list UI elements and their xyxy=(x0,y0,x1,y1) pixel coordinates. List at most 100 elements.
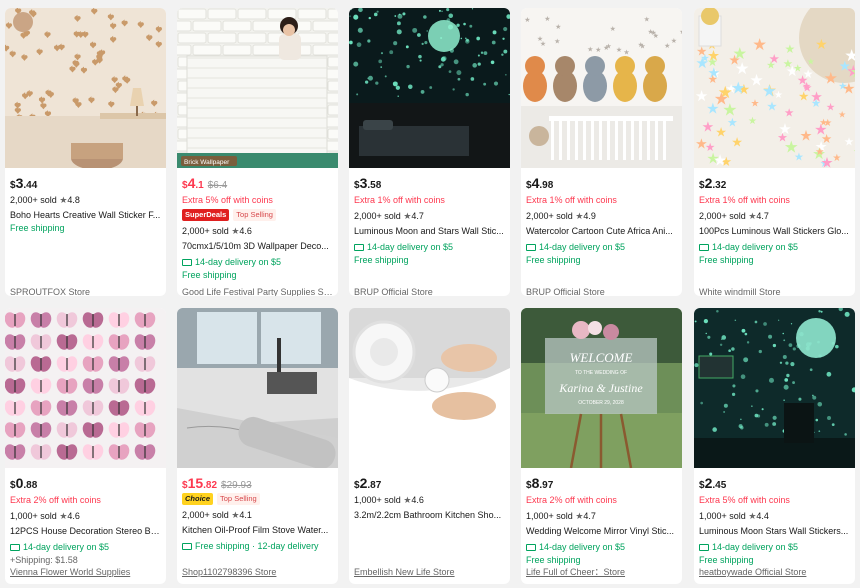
delivery-text: 14-day delivery on $5 xyxy=(712,542,799,552)
sold-rating: 2,000+ sold ★4.1 xyxy=(182,509,333,521)
sold-rating: 1,000+ sold ★4.6 xyxy=(354,494,505,506)
delivery-text: Free shipping · 12-day delivery xyxy=(195,541,319,551)
delivery-info: 14-day delivery on $5 xyxy=(699,241,850,253)
product-card[interactable]: $3.58 Extra 1% off with coins 2,000+ sol… xyxy=(349,8,510,296)
rating-value: 4.1 xyxy=(239,510,252,520)
product-title[interactable]: Wedding Welcome Mirror Vinyl Stic... xyxy=(526,525,677,537)
product-title[interactable]: Watercolor Cartoon Cute Africa Ani... xyxy=(526,225,677,237)
store-link[interactable]: SPROUTFOX Store xyxy=(10,286,161,296)
store-link[interactable]: Embellish New Life Store xyxy=(354,566,505,578)
original-price: $29.93 xyxy=(221,480,252,491)
svg-text:★: ★ xyxy=(784,106,795,119)
badge-row: SuperDeals Top Selling xyxy=(182,209,333,221)
sold-rating: 1,000+ sold ★4.4 xyxy=(699,510,850,522)
store-link[interactable]: Good Life Festival Party Supplies St... xyxy=(182,286,333,296)
svg-text:★: ★ xyxy=(653,32,659,40)
animal-nursery-photo[interactable]: ★★★★★★★★★★★★★★★★★★★★★★ xyxy=(521,8,682,168)
product-price: $2.87 xyxy=(354,476,505,491)
sold-rating: 2,000+ sold ★4.9 xyxy=(526,210,677,222)
glowing-stars-bedroom-photo[interactable] xyxy=(349,8,510,168)
product-card[interactable]: ★★★★★★★★★★★★★★★★★★★★★★ $4.98 Extra 1% of… xyxy=(521,8,682,296)
truck-icon xyxy=(182,543,192,550)
wedding-sign-photo[interactable]: WELCOME TO THE WEDDING OF Karina & Justine… xyxy=(521,308,682,468)
choice-badge: Choice xyxy=(182,493,214,505)
product-title[interactable]: 3.2m/2.2cm Bathroom Kitchen Sho... xyxy=(354,509,505,521)
price-decimal: .1 xyxy=(195,180,204,191)
product-card[interactable]: $2.45 Extra 5% off with coins 1,000+ sol… xyxy=(694,308,855,584)
store-link[interactable]: Life Full of Cheer：Store xyxy=(526,566,677,578)
free-shipping: Free shipping xyxy=(10,223,65,233)
svg-text:★: ★ xyxy=(731,135,742,150)
svg-text:★: ★ xyxy=(824,70,839,88)
svg-text:★: ★ xyxy=(842,81,855,98)
free-shipping: Free shipping xyxy=(354,255,409,265)
svg-text:★: ★ xyxy=(832,153,841,164)
svg-text:★: ★ xyxy=(751,98,760,109)
svg-text:★: ★ xyxy=(777,130,788,144)
rating-value: 4.7 xyxy=(583,511,596,521)
product-price: $0.88 xyxy=(10,476,161,491)
store-link[interactable]: Shop1102798396 Store xyxy=(182,566,333,578)
svg-text:★: ★ xyxy=(810,89,823,105)
product-title[interactable]: Boho Hearts Creative Wall Sticker F... xyxy=(10,209,161,221)
glowing-moon-room-photo[interactable] xyxy=(694,308,855,468)
delivery-info: 14-day delivery on $5 xyxy=(526,241,677,253)
svg-text:★: ★ xyxy=(853,144,855,161)
product-card[interactable]: $15.82 $29.93 Choice Top Selling 2,000+ so… xyxy=(177,308,338,584)
product-title[interactable]: 70cmx1/5/10m 3D Wallpaper Deco... xyxy=(182,240,333,252)
delivery-info: Free shipping · 12-day delivery xyxy=(182,540,333,552)
product-title[interactable]: Luminous Moon and Stars Wall Stic... xyxy=(354,225,505,237)
marble-kitchen-photo[interactable] xyxy=(177,308,338,468)
price-decimal: .44 xyxy=(23,180,38,191)
store-link[interactable]: heatboywade Official Store xyxy=(699,566,850,578)
product-card[interactable]: WELCOME TO THE WEDDING OF Karina & Justine… xyxy=(521,308,682,584)
butterflies-photo[interactable] xyxy=(5,308,166,468)
boho-hearts-wall-photo[interactable] xyxy=(5,8,166,168)
delivery-info: 14-day delivery on $5 xyxy=(526,541,677,553)
truck-icon xyxy=(10,544,20,551)
price-integer: 15 xyxy=(187,475,204,491)
svg-text:★: ★ xyxy=(544,15,550,23)
product-title[interactable]: 100Pcs Luminous Wall Stickers Glo... xyxy=(699,225,850,237)
store-link[interactable]: BRUP Official Store xyxy=(354,286,505,296)
svg-text:★: ★ xyxy=(803,67,814,81)
product-card[interactable]: $0.88 Extra 2% off with coins 1,000+ sol… xyxy=(5,308,166,584)
svg-text:★: ★ xyxy=(610,25,616,33)
svg-text:★: ★ xyxy=(595,46,601,54)
store-link[interactable]: BRUP Official Store xyxy=(526,286,677,296)
rating-value: 4.9 xyxy=(583,211,596,221)
rating-value: 4.4 xyxy=(756,511,769,521)
sold-rating: 2,000+ sold ★4.7 xyxy=(699,210,850,222)
product-card[interactable]: $2.87 1,000+ sold ★4.6 3.2m/2.2cm Bathro… xyxy=(349,308,510,584)
svg-text:★: ★ xyxy=(695,88,708,105)
rating-value: 4.6 xyxy=(239,226,252,236)
sold-rating: 2,000+ sold ★4.7 xyxy=(354,210,505,222)
sold-rating: 2,000+ sold ★4.6 xyxy=(182,225,333,237)
svg-text:★: ★ xyxy=(784,42,795,56)
brick-wallpaper-photo[interactable]: Brick Wallpaper xyxy=(177,8,338,168)
delivery-text: 14-day delivery on $5 xyxy=(539,242,626,252)
svg-text:★: ★ xyxy=(555,23,561,31)
delivery-info: 14-day delivery on $5 xyxy=(10,541,161,553)
sealing-tape-photo[interactable] xyxy=(349,308,510,468)
product-title[interactable]: Kitchen Oil-Proof Film Stove Water... xyxy=(182,524,333,536)
svg-text:★: ★ xyxy=(798,89,809,103)
store-link[interactable]: Vienna Flower World Supplies xyxy=(10,566,161,578)
product-card[interactable]: ★ ★ ★ ★ ★ ★ ★ ★ ★ ★ ★ ★ ★ ★ ★ ★ ★ ★ ★ ★ ★ ★ ★ ★ ★ ★ ★ ★ ★ ★ ★ ★ ★ ★ ★ ★ ★ ★ ★ ★… xyxy=(694,8,855,296)
store-link[interactable]: White windmill Store xyxy=(699,286,850,296)
sold-rating: 2,000+ sold ★4.8 xyxy=(10,194,161,206)
product-card[interactable]: $3.44 2,000+ sold ★4.8 Boho Hearts Creat… xyxy=(5,8,166,296)
product-title[interactable]: Luminous Moon Stars Wall Stickers... xyxy=(699,525,850,537)
price-decimal: .32 xyxy=(712,180,727,191)
svg-text:★: ★ xyxy=(731,78,746,97)
price-decimal: .58 xyxy=(367,180,382,191)
svg-text:★: ★ xyxy=(774,90,783,101)
coins-promo: Extra 5% off with coins xyxy=(182,195,273,205)
svg-text:★: ★ xyxy=(839,58,851,73)
product-title[interactable]: 12PCS House Decoration Stereo Bu... xyxy=(10,525,161,537)
pastel-stars-photo[interactable]: ★ ★ ★ ★ ★ ★ ★ ★ ★ ★ ★ ★ ★ ★ ★ ★ ★ ★ ★ ★ ★ ★ ★ ★ ★ ★ ★ ★ ★ ★ ★ ★ ★ ★ ★ ★ ★ ★ ★ ★… xyxy=(694,8,855,168)
svg-text:★: ★ xyxy=(815,36,827,52)
truck-icon xyxy=(526,544,536,551)
superdeals-badge: SuperDeals xyxy=(182,209,230,221)
product-card[interactable]: Brick Wallpaper $4.1 $6.4 Extra 5% off wi… xyxy=(177,8,338,296)
